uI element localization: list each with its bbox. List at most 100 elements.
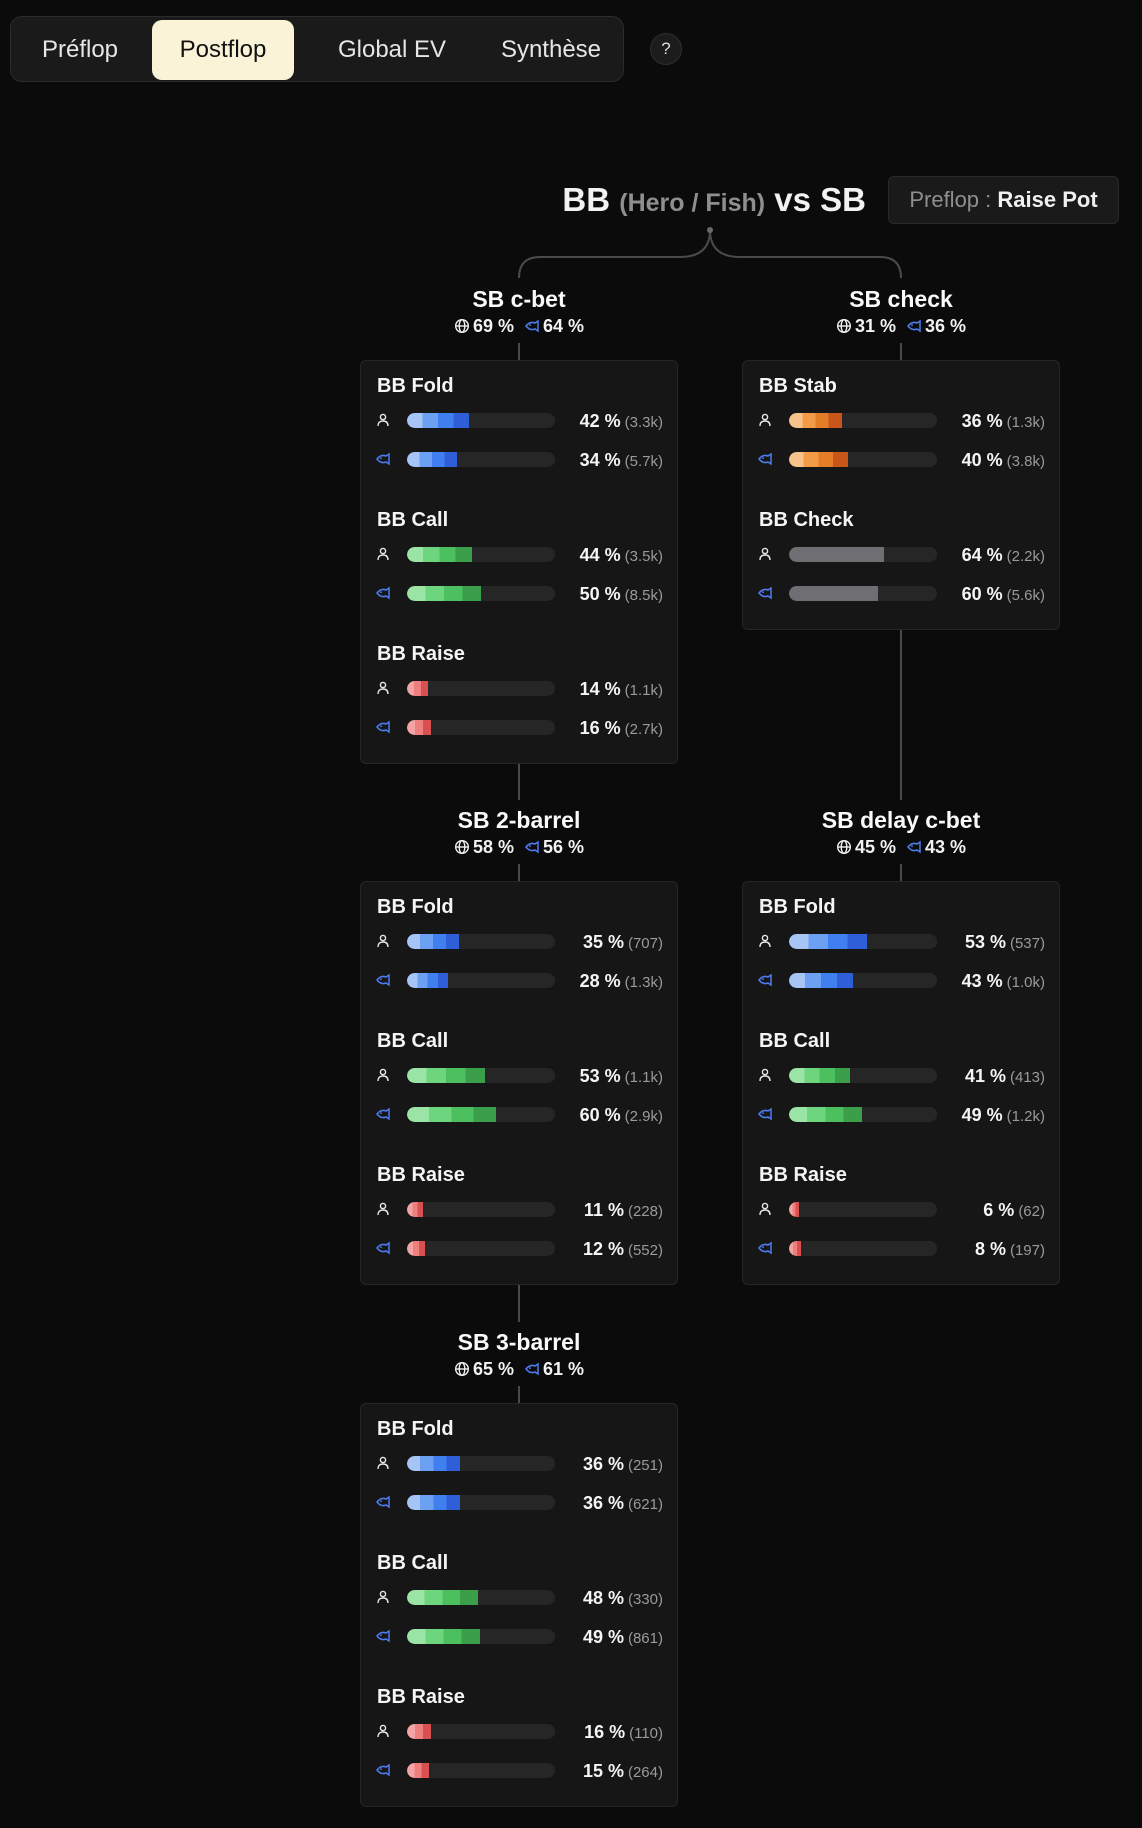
sample-count: (5.7k) — [624, 453, 663, 470]
frequency-bar-fill — [407, 1456, 461, 1471]
fish-icon — [524, 318, 540, 339]
frequency-bar-fill — [407, 720, 431, 735]
frequency-value: 40 % (3.8k) — [962, 449, 1045, 473]
stat-global: 31 % — [854, 316, 896, 336]
frequency-bar — [407, 1724, 555, 1739]
response-group: BB Raise 14 % (1.1k) 16 % (2.7k) — [361, 629, 677, 763]
frequency-percent: 36 % — [582, 1493, 624, 1513]
sample-count: (3.8k) — [1006, 453, 1045, 470]
fish-icon — [757, 1106, 773, 1122]
sample-count: (413) — [1009, 1069, 1045, 1086]
response-group: BB Raise 16 % (110) 15 % (264) — [361, 1672, 677, 1806]
sample-count: (330) — [627, 1591, 663, 1608]
sample-count: (1.2k) — [1006, 1108, 1045, 1125]
frequency-bar-fill — [407, 452, 458, 467]
frequency-bar-fill — [789, 934, 868, 949]
response-group: BB Fold 42 % (3.3k) 34 % (5.7k) — [361, 361, 677, 495]
fish-row: 36 % (621) — [361, 1492, 679, 1514]
root-node-dot — [707, 227, 713, 233]
fish-icon — [757, 451, 773, 467]
frequency-value: 36 % (251) — [583, 1453, 663, 1477]
frequency-bar-fill — [407, 1590, 479, 1605]
sample-count: (5.6k) — [1006, 587, 1045, 604]
fish-row: 50 % (8.5k) — [361, 583, 679, 605]
hero-row: 36 % (1.3k) — [743, 410, 1061, 432]
frequency-bar — [407, 1456, 555, 1471]
frequency-bar — [407, 1590, 555, 1605]
hero-row: 36 % (251) — [361, 1453, 679, 1475]
hero-row: 53 % (1.1k) — [361, 1065, 679, 1087]
frequency-value: 36 % (1.3k) — [962, 410, 1045, 434]
frequency-bar — [407, 1107, 555, 1122]
frequency-value: 49 % (861) — [583, 1626, 663, 1650]
frequency-bar-fill — [407, 586, 481, 601]
frequency-bar-fill — [407, 1724, 431, 1739]
hero-row: 64 % (2.2k) — [743, 544, 1061, 566]
response-group: BB Call 48 % (330) 49 % (861) — [361, 1538, 677, 1672]
fish-icon — [375, 585, 391, 601]
hero-row: 41 % (413) — [743, 1065, 1061, 1087]
sample-count: (1.1k) — [624, 682, 663, 699]
frequency-value: 43 % (1.0k) — [962, 970, 1045, 994]
frequency-bar-fill — [789, 1068, 850, 1083]
frequency-bar — [789, 413, 937, 428]
frequency-bar-fill — [789, 1107, 862, 1122]
sample-count: (552) — [627, 1242, 663, 1259]
frequency-bar — [407, 413, 555, 428]
node-stats: 58 % 56 % — [359, 837, 679, 860]
person-icon — [757, 1201, 773, 1217]
hero-row: 11 % (228) — [361, 1199, 679, 1221]
stat-fish: 56 % — [543, 837, 585, 857]
sample-count: (861) — [627, 1630, 663, 1647]
fish-icon — [375, 972, 391, 988]
response-label: BB Fold — [759, 896, 836, 918]
sample-count: (3.3k) — [624, 414, 663, 431]
frequency-value: 60 % (5.6k) — [962, 583, 1045, 607]
frequency-percent: 64 % — [961, 545, 1003, 565]
sample-count: (2.9k) — [624, 1108, 663, 1125]
frequency-percent: 36 % — [582, 1454, 624, 1474]
response-card: BB Fold 36 % (251) 36 % (621) BB Call 48 % (330… — [360, 1403, 678, 1807]
fish-icon — [375, 451, 391, 467]
frequency-bar-fill — [789, 413, 843, 428]
globe-icon — [454, 1361, 470, 1382]
fish-icon — [906, 839, 922, 860]
globe-icon — [454, 839, 470, 860]
response-label: BB Raise — [377, 643, 465, 665]
frequency-bar-fill — [789, 547, 884, 562]
frequency-value: 50 % (8.5k) — [580, 583, 663, 607]
frequency-bar — [407, 1763, 555, 1778]
hero-row: 35 % (707) — [361, 931, 679, 953]
frequency-bar — [407, 720, 555, 735]
frequency-bar — [407, 1068, 555, 1083]
person-icon — [375, 412, 391, 428]
frequency-bar-fill — [407, 1629, 480, 1644]
node-stats: 31 % 36 % — [741, 316, 1061, 339]
response-label: BB Raise — [377, 1686, 465, 1708]
frequency-value: 53 % (1.1k) — [580, 1065, 663, 1089]
frequency-percent: 28 % — [579, 971, 621, 991]
sample-count: (537) — [1009, 935, 1045, 952]
frequency-value: 36 % (621) — [583, 1492, 663, 1516]
frequency-bar-fill — [407, 1202, 424, 1217]
globe-icon — [454, 318, 470, 339]
frequency-value: 14 % (1.1k) — [580, 678, 663, 702]
frequency-bar — [789, 934, 937, 949]
fish-row: 8 % (197) — [743, 1238, 1061, 1260]
frequency-bar — [407, 1495, 555, 1510]
frequency-value: 15 % (264) — [583, 1760, 663, 1784]
frequency-bar-fill — [407, 413, 470, 428]
person-icon — [375, 1455, 391, 1471]
hero-row: 48 % (330) — [361, 1587, 679, 1609]
frequency-value: 35 % (707) — [583, 931, 663, 955]
response-label: BB Raise — [377, 1164, 465, 1186]
stat-fish: 64 % — [543, 316, 585, 336]
hero-row: 14 % (1.1k) — [361, 678, 679, 700]
frequency-percent: 49 % — [582, 1627, 624, 1647]
fish-row: 60 % (2.9k) — [361, 1104, 679, 1126]
fish-icon — [375, 719, 391, 735]
fish-icon — [375, 1494, 391, 1510]
sample-count: (1.0k) — [1006, 974, 1045, 991]
stat-fish: 36 % — [925, 316, 967, 336]
sample-count: (621) — [627, 1496, 663, 1513]
